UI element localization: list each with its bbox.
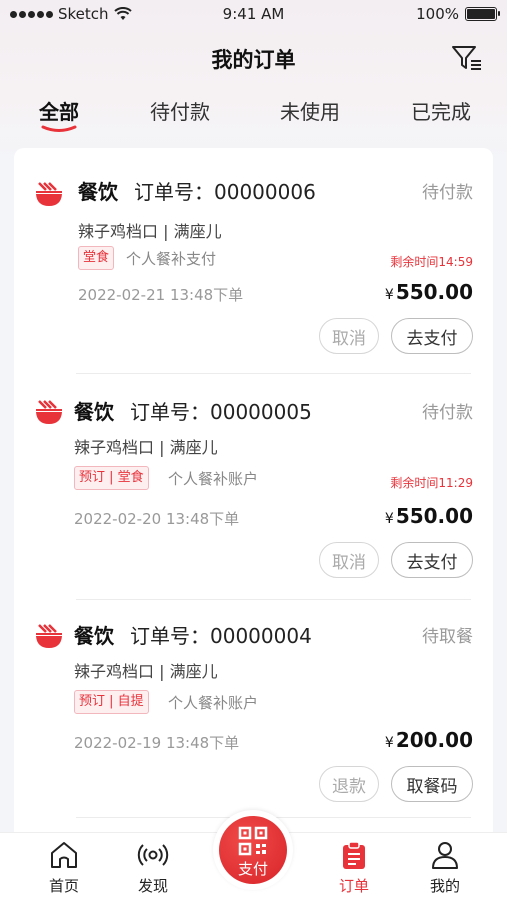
order-tag: 堂食 — [78, 246, 115, 270]
order-tag: 预订 | 堂食 — [74, 466, 149, 490]
remaining-time: 剩余时间11:29 — [390, 476, 473, 490]
order-datetime: 2022-02-21 13:48下单 — [78, 286, 244, 304]
order-item[interactable]: 餐饮 订单号：00000006 待付款 辣子鸡档口 | 满座儿 堂食 个人餐补支… — [14, 148, 493, 374]
tab-unused-label: 未使用 — [280, 100, 340, 124]
currency-symbol: ¥ — [384, 287, 394, 303]
shop-name: 辣子鸡档口 | 满座儿 — [74, 662, 218, 681]
tab-pending-payment-label: 待付款 — [150, 100, 210, 124]
order-price: ¥550.00 — [385, 280, 473, 304]
order-status: 待取餐 — [422, 627, 473, 647]
broadcast-icon — [137, 844, 169, 866]
order-price: ¥200.00 — [385, 728, 473, 752]
tab-unused[interactable]: 未使用 — [276, 96, 344, 125]
cancel-button[interactable]: 取消 — [319, 542, 379, 578]
user-icon — [432, 842, 458, 869]
tab-all[interactable]: 全部 — [34, 96, 84, 132]
refund-button[interactable]: 退款 — [319, 766, 379, 802]
order-status: 待付款 — [422, 403, 473, 423]
clipboard-icon — [343, 841, 365, 869]
battery-percent: 100% — [416, 5, 459, 23]
price-value: 550.00 — [395, 280, 473, 304]
pay-button[interactable]: 去支付 — [391, 318, 473, 354]
tab-all-label: 全部 — [39, 100, 79, 124]
order-tag: 预订 | 自提 — [74, 690, 149, 714]
order-datetime: 2022-02-20 13:48下单 — [74, 510, 240, 528]
tabbar-discover[interactable]: 发现 — [113, 833, 193, 900]
price-value: 200.00 — [395, 728, 473, 752]
tabbar-discover-label: 发现 — [137, 877, 168, 895]
nav-header: 我的订单 — [0, 38, 507, 78]
order-datetime: 2022-02-19 13:48下单 — [74, 734, 240, 752]
tab-completed-label: 已完成 — [411, 100, 471, 124]
page-title: 我的订单 — [211, 48, 296, 72]
shop-name: 辣子鸡档口 | 满座儿 — [74, 438, 218, 457]
tab-pending-payment[interactable]: 待付款 — [146, 96, 214, 125]
order-item[interactable]: 餐饮 订单号：00000005 待付款 辣子鸡档口 | 满座儿 预订 | 堂食 … — [14, 374, 493, 600]
status-bar: Sketch 9:41 AM 100% — [0, 0, 507, 30]
home-icon — [51, 842, 77, 868]
order-number: 订单号：00000004 — [130, 624, 312, 648]
order-number: 订单号：00000005 — [130, 400, 312, 424]
battery-icon — [465, 7, 500, 21]
pay-button-center[interactable]: 支付 — [213, 810, 293, 890]
shop-name: 辣子鸡档口 | 满座儿 — [78, 222, 222, 241]
order-item[interactable]: 餐饮 订单号：00000004 待取餐 辣子鸡档口 | 满座儿 预订 | 自提 … — [14, 600, 493, 826]
order-tabs: 全部 待付款 未使用 已完成 — [0, 92, 507, 132]
remaining-time: 剩余时间14:59 — [390, 255, 473, 269]
pay-button[interactable]: 去支付 — [391, 542, 473, 578]
price-value: 550.00 — [395, 504, 473, 528]
pay-label: 支付 — [237, 860, 268, 878]
tabbar-mine-label: 我的 — [429, 877, 460, 895]
tabbar-orders[interactable]: 订单 — [314, 833, 394, 900]
dining-bowl-icon — [36, 182, 62, 206]
tab-active-indicator — [41, 125, 77, 132]
dining-bowl-icon — [36, 400, 62, 424]
order-category: 餐饮 — [74, 400, 114, 424]
order-number: 订单号：00000006 — [134, 180, 316, 204]
currency-symbol: ¥ — [384, 735, 394, 751]
cancel-button[interactable]: 取消 — [319, 318, 379, 354]
pay-type: 个人餐补支付 — [126, 250, 217, 268]
filter-icon[interactable] — [451, 44, 483, 72]
pay-type: 个人餐补账户 — [168, 694, 259, 712]
order-category: 餐饮 — [74, 624, 114, 648]
order-price: ¥550.00 — [385, 504, 473, 528]
tab-completed[interactable]: 已完成 — [407, 96, 475, 125]
pickup-code-button[interactable]: 取餐码 — [391, 766, 473, 802]
order-list: 餐饮 订单号：00000006 待付款 辣子鸡档口 | 满座儿 堂食 个人餐补支… — [14, 148, 493, 848]
tabbar-orders-label: 订单 — [338, 877, 369, 895]
tabbar-home-label: 首页 — [48, 877, 79, 895]
currency-symbol: ¥ — [384, 511, 394, 527]
dining-bowl-icon — [36, 624, 62, 648]
order-status: 待付款 — [422, 183, 473, 203]
order-category: 餐饮 — [78, 180, 118, 204]
tabbar-home[interactable]: 首页 — [24, 833, 104, 900]
pay-type: 个人餐补账户 — [168, 470, 259, 488]
qr-code-icon — [238, 826, 268, 856]
tabbar-mine[interactable]: 我的 — [405, 833, 485, 900]
